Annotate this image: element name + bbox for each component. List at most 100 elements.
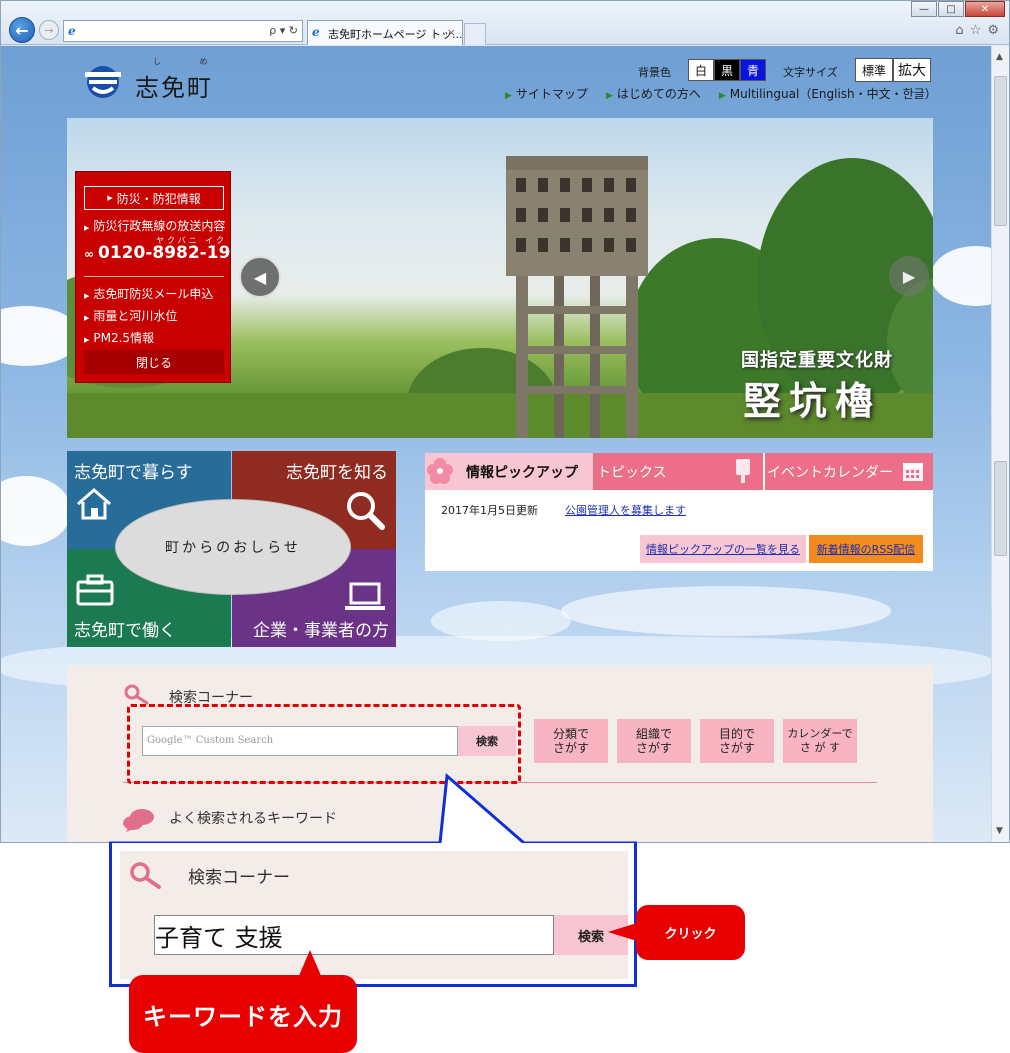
sitemap-link[interactable]: ▶ サイトマップ: [505, 85, 588, 102]
gear-icon[interactable]: ⚙: [987, 23, 999, 38]
briefcase-icon: [76, 574, 114, 606]
zoom-search-corner: 検索コーナー 子育て 支援 検索: [120, 851, 628, 979]
info-list-button[interactable]: 情報ピックアップの一覧を見る: [640, 535, 806, 563]
keywords-title: よく検索されるキーワード: [169, 811, 337, 827]
rss-button[interactable]: 新着情報のRSS配信: [809, 535, 923, 563]
multilingual-link-label: Multilingual（English・中文・한글）: [729, 87, 937, 101]
laptop-icon: [345, 582, 385, 610]
hero-caption-large: 竪坑櫓: [742, 379, 881, 423]
browser-chrome: — □ ✕ ← → e ρ ▾ ↻ e 志免町ホームページ トッ... × ⌂ …: [1, 1, 1009, 45]
scrollbar-thumb[interactable]: [994, 76, 1007, 226]
highlight-box: [127, 704, 521, 784]
cloud-decoration: [931, 246, 991, 306]
search-icon: [124, 684, 149, 705]
tab-info-pickup[interactable]: 情報ピックアップ: [425, 453, 593, 490]
search-by-purpose-button[interactable]: 目的で さがす: [700, 719, 774, 763]
tab-event-calendar-label: イベントカレンダー: [767, 464, 893, 481]
bg-color-label: 背景色: [638, 66, 671, 79]
tab-title: 志免町ホームページ トッ...: [328, 28, 463, 41]
header-links: ▶ サイトマップ ▶ はじめての方へ ▶ Multilingual（English・中…: [505, 85, 937, 102]
tab-close-icon[interactable]: ×: [447, 26, 456, 39]
first-visit-link[interactable]: ▶ はじめての方へ: [606, 85, 701, 102]
disaster-info-panel: ▶ 防災・防犯情報 ▶ 防災行政無線の放送内容 ヤクバニ イク ∞ 0120-8982…: [75, 171, 231, 383]
cloud-decoration: [561, 586, 891, 636]
tab-event-calendar[interactable]: イベントカレンダー: [765, 453, 933, 490]
rain-river-link[interactable]: ▶ 雨量と河川水位: [84, 307, 177, 324]
browser-tab[interactable]: e 志免町ホームページ トッ... ×: [307, 20, 463, 45]
minimize-button[interactable]: —: [911, 1, 937, 17]
search-by-category-button[interactable]: 分類で さがす: [534, 719, 608, 763]
font-size-standard-button[interactable]: 標準: [855, 58, 893, 82]
bubble-pointer: [298, 950, 322, 978]
forward-button[interactable]: →: [39, 20, 59, 40]
bousai-mail-label: 志免町防災メール申込: [93, 287, 214, 301]
hero-next-button[interactable]: ▶: [889, 256, 929, 296]
cloud-decoration: [1, 476, 71, 546]
bg-color-blue-button[interactable]: 青: [740, 59, 766, 81]
zoom-search-title: 検索コーナー: [188, 868, 290, 888]
search-by-calendar-button[interactable]: カレンダーでさ が す: [783, 719, 857, 763]
info-article-link[interactable]: 公園管理人を募集します: [565, 502, 686, 518]
sitemap-link-label: サイトマップ: [515, 87, 588, 101]
arrow-icon: ▶: [84, 336, 90, 344]
new-tab-button[interactable]: [464, 23, 486, 45]
first-visit-link-label: はじめての方へ: [616, 87, 701, 101]
page-scrollbar[interactable]: ▲ ▼: [991, 46, 1009, 842]
category-label: さがす: [635, 741, 672, 755]
free-dial-icon: ∞: [84, 247, 94, 261]
disaster-close-button[interactable]: 閉じる: [84, 350, 224, 374]
close-window-button[interactable]: ✕: [965, 1, 1005, 17]
zoom-callout: 検索コーナー 子育て 支援 検索: [109, 843, 637, 987]
arrow-icon: ▶: [107, 194, 113, 202]
hero-prev-button[interactable]: ◀: [239, 256, 281, 298]
ie-icon: e: [312, 25, 320, 39]
search-by-organization-button[interactable]: 組織で さがす: [617, 719, 691, 763]
enter-keyword-annotation: キーワードを入力: [129, 975, 357, 1053]
scroll-up-icon[interactable]: ▲: [996, 52, 1003, 62]
pm25-link[interactable]: ▶ PM2.5情報: [84, 329, 154, 346]
address-bar[interactable]: e ρ ▾ ↻: [63, 20, 303, 42]
click-annotation: クリック: [636, 905, 745, 960]
zoom-search-input[interactable]: 子育て 支援: [154, 915, 554, 955]
tab-info-pickup-label: 情報ピックアップ: [466, 464, 578, 481]
home-icon[interactable]: ⌂: [955, 23, 963, 38]
category-label: さがす: [718, 741, 755, 755]
disaster-info-label: 防災・防犯情報: [116, 191, 201, 206]
category-label: さ が す: [800, 741, 840, 754]
bg-color-white-button[interactable]: 白: [688, 59, 714, 81]
multilingual-link[interactable]: ▶ Multilingual（English・中文・한글）: [719, 85, 937, 102]
house-icon: [77, 488, 111, 520]
arrow-icon: ▶: [605, 91, 613, 101]
hero-caption-small: 国指定重要文化財: [741, 350, 893, 371]
scroll-down-icon[interactable]: ▼: [996, 826, 1003, 836]
tab-topics[interactable]: トピックス: [593, 453, 763, 490]
scrollbar-thumb[interactable]: [994, 461, 1007, 556]
arrow-icon: ▶: [84, 314, 90, 322]
town-notice-button[interactable]: 町からのおしらせ: [115, 499, 351, 595]
broadcast-label: 防災行政無線の放送内容: [93, 219, 226, 233]
category-label: 目的で: [718, 727, 755, 741]
calendar-icon: [903, 463, 923, 481]
speech-bubble-icon: [123, 809, 154, 832]
site-name-ruby: し め: [153, 57, 226, 66]
search-icon: [130, 862, 161, 889]
maximize-button[interactable]: □: [938, 1, 964, 17]
phone-number[interactable]: ∞ 0120-8982-19: [84, 243, 230, 263]
back-button[interactable]: ←: [9, 17, 35, 43]
site-name[interactable]: 志免町: [135, 68, 213, 103]
address-controls[interactable]: ρ ▾ ↻: [269, 24, 298, 37]
disaster-info-link[interactable]: ▶ 防災・防犯情報: [84, 186, 224, 210]
magnifier-icon: [347, 492, 385, 530]
font-size-large-button[interactable]: 拡大: [893, 58, 931, 82]
arrow-icon: ▶: [84, 224, 90, 232]
favorites-icon[interactable]: ☆: [970, 23, 982, 38]
bg-color-black-button[interactable]: 黒: [714, 59, 740, 81]
broadcast-link[interactable]: ▶ 防災行政無線の放送内容: [84, 217, 225, 234]
bousai-mail-link[interactable]: ▶ 志免町防災メール申込: [84, 285, 213, 302]
arrow-icon: ▶: [505, 91, 512, 101]
microphone-icon: [736, 459, 750, 483]
ie-icon: e: [68, 24, 76, 38]
font-size-label: 文字サイズ: [783, 66, 838, 79]
category-label: カレンダーで: [787, 727, 853, 740]
divider: [84, 276, 224, 277]
